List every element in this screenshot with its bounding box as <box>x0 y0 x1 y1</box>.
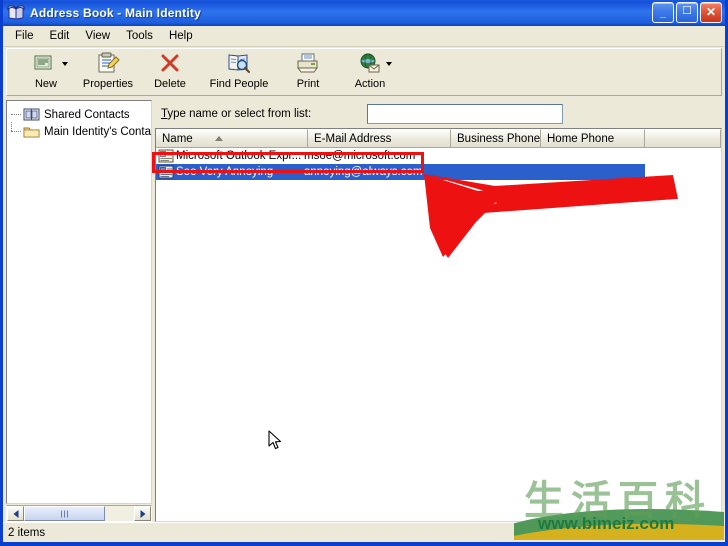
cell-name: Soe Very Annoying <box>176 166 274 178</box>
table-row[interactable]: Soe Very Annoying annoying@always.com <box>156 164 645 180</box>
find-people-button[interactable]: Find People <box>201 49 277 94</box>
scrollbar-thumb[interactable] <box>24 506 106 521</box>
tree-node-label: Shared Contacts <box>44 108 130 121</box>
folder-tree-panel: Shared Contacts Main Identity's Conta <box>6 100 152 522</box>
column-header-label: E-Mail Address <box>314 132 392 145</box>
find-label: Type name or select from list: <box>161 108 311 120</box>
toolbar-container: New Properties Delete Find People Print … <box>3 47 725 98</box>
new-button[interactable]: New <box>15 49 77 94</box>
column-header-label: Home Phone <box>547 132 615 145</box>
menu-item-view[interactable]: View <box>77 28 118 45</box>
minimize-icon: _ <box>659 7 667 19</box>
menu-item-file[interactable]: File <box>7 28 42 45</box>
tree-node-main-identity-contacts[interactable]: Main Identity's Conta <box>7 122 152 140</box>
scrollbar-track[interactable] <box>24 506 134 521</box>
new-button-label: New <box>34 78 57 90</box>
shared-contacts-book-icon <box>23 107 40 122</box>
maximize-button[interactable]: ☐ <box>676 2 698 23</box>
find-people-button-label: Find People <box>209 78 269 90</box>
status-bar: 2 items <box>3 522 725 542</box>
printer-icon <box>295 52 321 76</box>
search-input[interactable] <box>367 104 564 124</box>
action-dropdown-caret[interactable] <box>386 62 392 66</box>
menu-item-help[interactable]: Help <box>161 28 201 45</box>
column-header-name[interactable]: Name <box>156 129 308 147</box>
new-contact-icon <box>33 52 59 76</box>
column-header-email[interactable]: E-Mail Address <box>308 129 451 147</box>
contacts-panel: Type name or select from list: Name E-Ma… <box>155 100 722 522</box>
find-bar: Type name or select from list: <box>155 100 722 128</box>
column-header-label: Name <box>162 132 193 145</box>
address-book-icon <box>7 5 25 21</box>
cell-email: annoying@always.com <box>304 166 423 178</box>
contact-card-icon <box>158 165 174 179</box>
listview-header: Name E-Mail Address Business Phone Home … <box>156 129 721 148</box>
tree-node-label: Main Identity's Conta <box>44 125 152 138</box>
scroll-left-button[interactable] <box>7 506 24 521</box>
menu-bar: File Edit View Tools Help <box>3 26 725 47</box>
action-globe-icon <box>357 52 383 76</box>
maximize-icon: ☐ <box>682 5 692 17</box>
toolbar: New Properties Delete Find People Print … <box>6 48 722 96</box>
delete-button[interactable]: Delete <box>139 49 201 94</box>
folder-tree[interactable]: Shared Contacts Main Identity's Conta <box>6 100 152 504</box>
scrollbar-grip-icon <box>60 510 69 517</box>
find-people-icon <box>226 52 252 76</box>
new-dropdown-caret[interactable] <box>62 62 68 66</box>
scroll-right-button[interactable] <box>134 506 151 521</box>
table-row[interactable]: Microsoft Outlook Expr... msoe@microsoft… <box>156 148 721 164</box>
title-bar: Address Book - Main Identity _ ☐ ✕ <box>3 0 725 26</box>
menu-item-edit[interactable]: Edit <box>42 28 78 45</box>
sort-ascending-icon <box>214 136 223 141</box>
column-header-business-phone[interactable]: Business Phone <box>451 129 541 147</box>
properties-button[interactable]: Properties <box>77 49 139 94</box>
delete-button-label: Delete <box>154 78 186 90</box>
window-body: Shared Contacts Main Identity's Conta Ty… <box>3 98 725 522</box>
print-button-label: Print <box>296 78 320 90</box>
tree-connector <box>11 131 21 132</box>
tree-node-shared-contacts[interactable]: Shared Contacts <box>7 106 151 123</box>
action-button[interactable]: Action <box>339 49 401 94</box>
cell-name: Microsoft Outlook Expr... <box>176 150 302 162</box>
tree-horizontal-scrollbar[interactable] <box>6 505 152 522</box>
window-title: Address Book - Main Identity <box>30 6 201 20</box>
close-button[interactable]: ✕ <box>700 2 722 23</box>
address-book-window: Address Book - Main Identity _ ☐ ✕ File … <box>0 0 728 546</box>
listview-rows: Microsoft Outlook Expr... msoe@microsoft… <box>156 148 721 521</box>
action-button-label: Action <box>354 78 386 90</box>
chevron-right-icon <box>140 509 145 518</box>
chevron-left-icon <box>13 509 18 518</box>
menu-item-tools[interactable]: Tools <box>118 28 161 45</box>
tree-connector-vertical <box>11 122 12 131</box>
delete-x-icon <box>157 52 183 76</box>
minimize-button[interactable]: _ <box>652 2 674 23</box>
column-header-filler <box>645 129 721 147</box>
status-item-count: 2 items <box>8 526 46 539</box>
contact-card-icon <box>158 149 174 163</box>
find-label-rest: ype name or select from list: <box>167 108 312 120</box>
tree-connector <box>11 114 21 115</box>
print-button[interactable]: Print <box>277 49 339 94</box>
cell-email: msoe@microsoft.com <box>304 150 416 162</box>
column-header-label: Business Phone <box>457 132 541 145</box>
screenshot-root: Address Book - Main Identity _ ☐ ✕ File … <box>0 0 728 546</box>
contacts-listview[interactable]: Name E-Mail Address Business Phone Home … <box>155 128 722 522</box>
window-controls: _ ☐ ✕ <box>652 2 722 23</box>
folder-icon <box>23 124 40 139</box>
properties-icon <box>95 52 121 76</box>
properties-button-label: Properties <box>82 78 134 90</box>
column-header-home-phone[interactable]: Home Phone <box>541 129 645 147</box>
close-icon: ✕ <box>705 5 717 19</box>
